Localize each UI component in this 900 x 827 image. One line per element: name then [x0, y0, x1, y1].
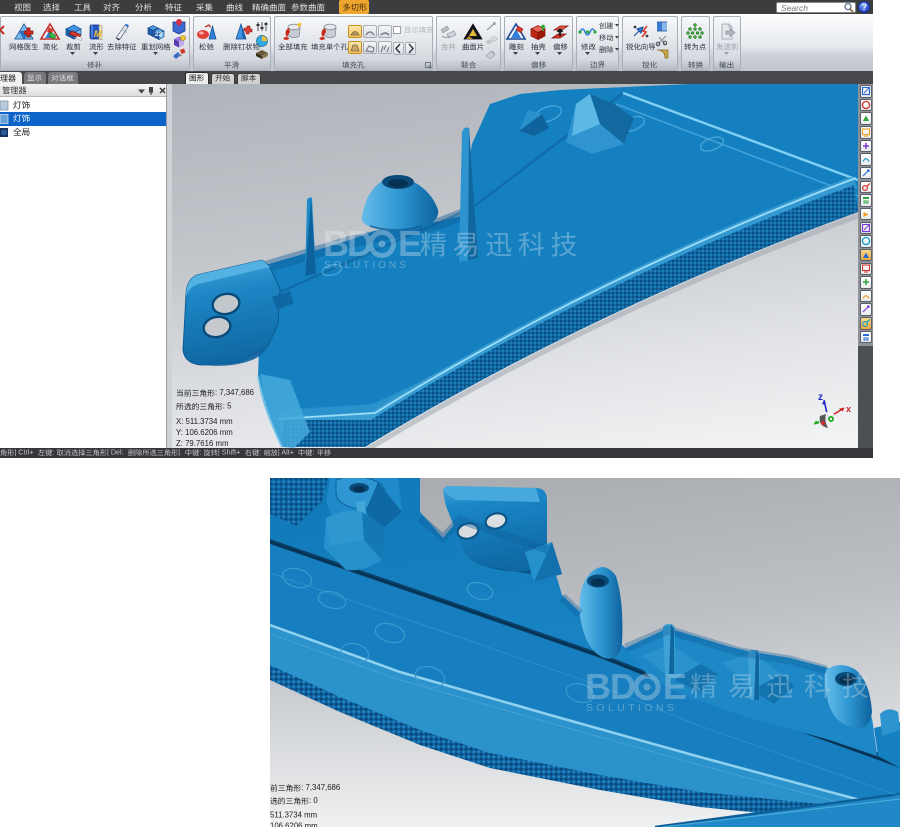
svg-text:: 7,347,686: : 7,347,686 [301, 783, 340, 792]
svg-text:x: x [846, 404, 851, 414]
svg-text:106.6206 mm: 106.6206 mm [270, 821, 318, 827]
svg-text:E: E [663, 666, 687, 707]
svg-text:D: D [610, 666, 636, 707]
svg-text:M: M [94, 29, 102, 39]
svg-text:| Ctrl+: | Ctrl+ [14, 447, 33, 456]
svg-text:| Alt+: | Alt+ [278, 447, 294, 456]
svg-text:E: E [398, 223, 422, 264]
svg-text:X: 511.3734 mm: X: 511.3734 mm [176, 417, 233, 426]
svg-text:| Del:: | Del: [107, 447, 124, 456]
svg-text:511.3734 mm: 511.3734 mm [270, 810, 317, 819]
svg-text:B: B [323, 223, 349, 264]
svg-text::: : [259, 447, 261, 456]
svg-text:: 0: : 0 [309, 796, 318, 805]
svg-text::: : [199, 447, 201, 456]
svg-text:SOLUTIONS: SOLUTIONS [324, 260, 409, 271]
svg-text:22: 22 [155, 31, 163, 38]
svg-text:Y: 106.6206 mm: Y: 106.6206 mm [176, 428, 233, 437]
svg-text:z: z [818, 392, 823, 403]
svg-text:|: | [178, 447, 180, 456]
svg-text:: 5: : 5 [223, 401, 232, 410]
svg-text:: 7,347,686: : 7,347,686 [215, 388, 254, 397]
svg-text::: : [52, 447, 54, 456]
svg-text:| Shift+: | Shift+ [218, 447, 240, 456]
svg-text:SOLUTIONS: SOLUTIONS [586, 702, 677, 714]
svg-text::: : [312, 447, 314, 456]
svg-text:B: B [585, 666, 611, 707]
